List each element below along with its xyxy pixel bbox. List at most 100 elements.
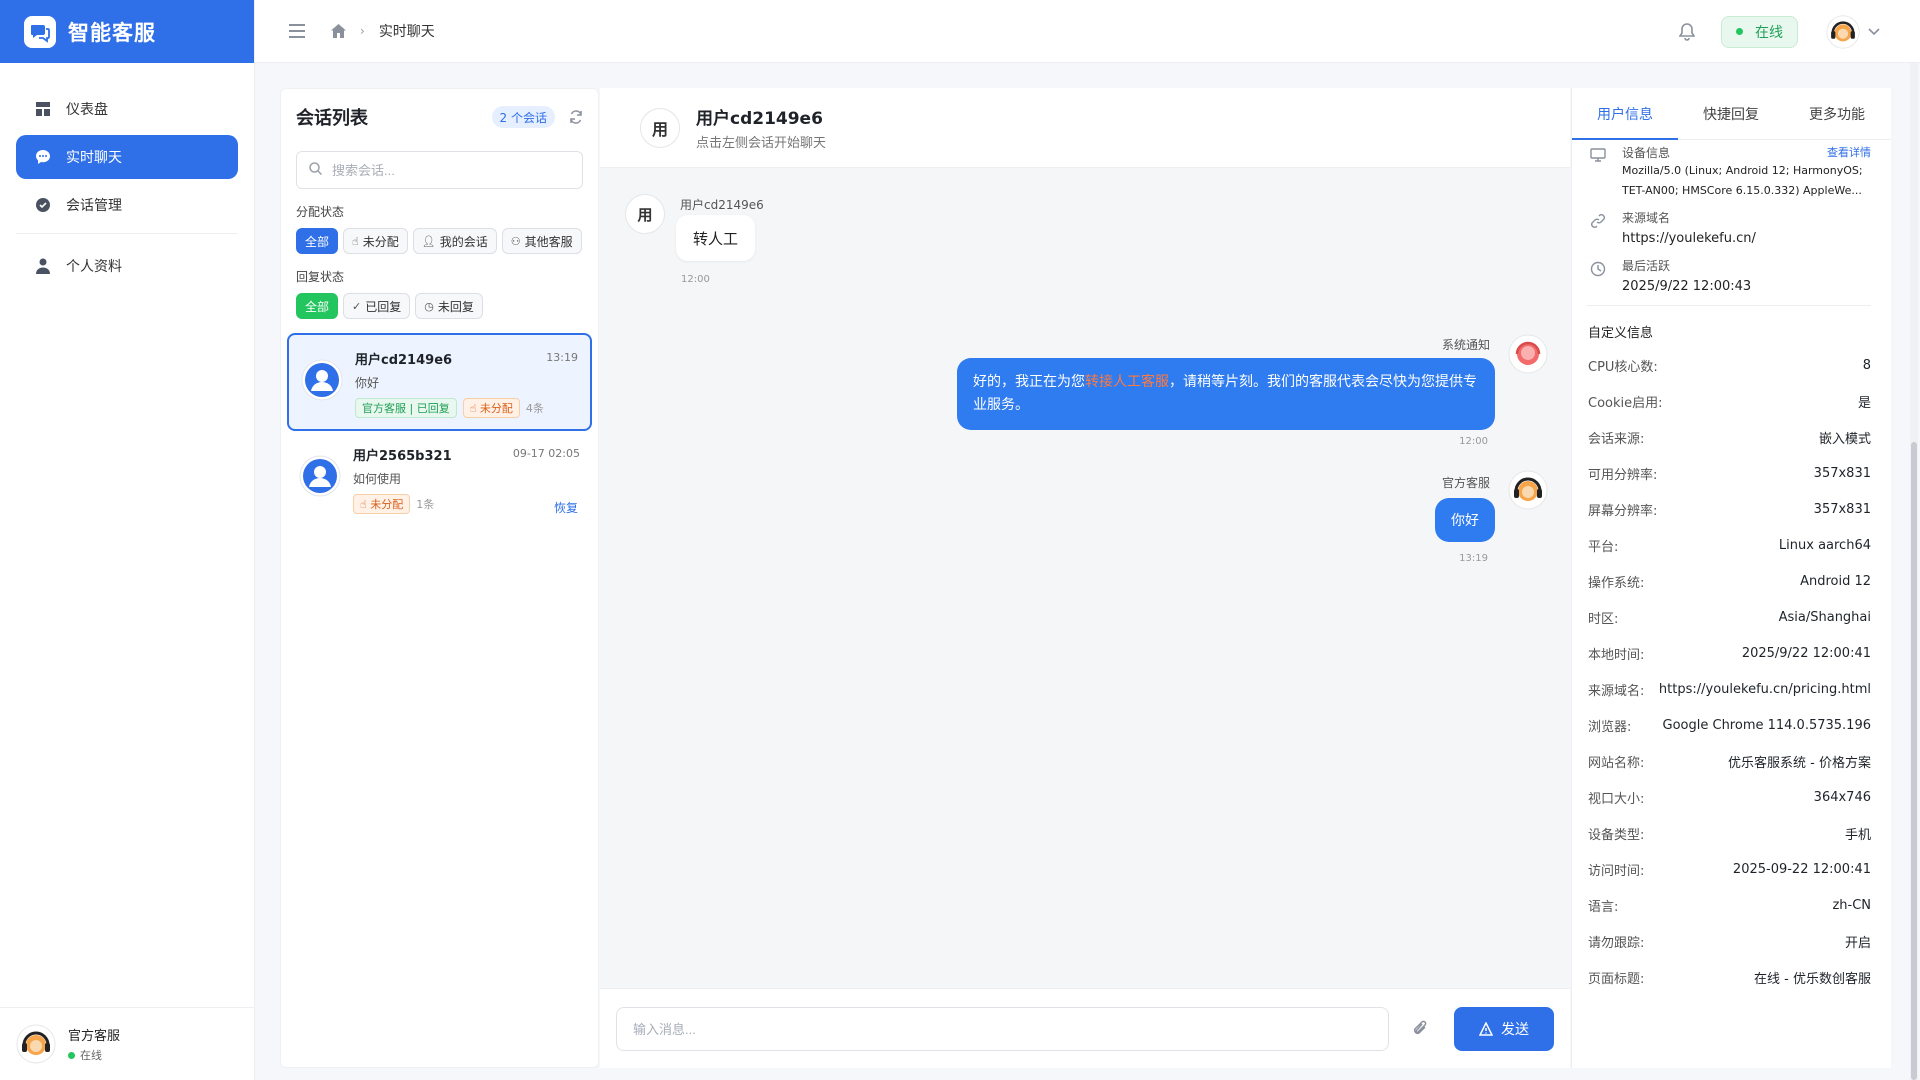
sidebar-item-label: 个人资料 (66, 259, 122, 275)
filter-other-agents[interactable]: ⚇ 其他客服 (501, 228, 582, 254)
user-info-panel: 用户信息 快捷回复 更多功能 设备信息 Mozilla/5.0 (Linux; … (1571, 88, 1891, 1068)
search-input[interactable] (332, 162, 562, 178)
paperclip-icon[interactable] (1412, 1019, 1428, 1037)
clock-icon: ◷ (424, 299, 434, 313)
reply-filters: 全部 ✓ 已回复 ◷ 未回复 (296, 293, 586, 319)
info-field-key: 视口大小: (1588, 791, 1645, 807)
message-input[interactable] (633, 1021, 1353, 1037)
info-field-row: 浏览器: Google Chrome 114.0.5735.196 (1572, 707, 1891, 743)
dashboard-icon (34, 100, 52, 118)
breadcrumb: › 实时聊天 (331, 21, 435, 41)
conversation-time: 09-17 02:05 (512, 447, 580, 460)
conversation-count-badge: 2 个会话 (491, 106, 555, 128)
user-message-bubble: 转人工 (676, 215, 756, 261)
online-status-toggle[interactable]: 在线 (1721, 15, 1798, 48)
sidebar-item-session-management[interactable]: 会话管理 (16, 183, 238, 227)
nav-divider (16, 233, 238, 234)
info-field-row: 屏幕分辨率: 357x831 (1572, 491, 1891, 527)
search-icon (309, 161, 323, 179)
current-user[interactable]: 官方客服 在线 (0, 1007, 254, 1080)
message-count: 4条 (525, 402, 544, 415)
info-field-row: 网站名称: 优乐客服系统 - 价格方案 (1572, 743, 1891, 779)
agent-avatar-icon (16, 1024, 56, 1064)
menu-toggle-icon[interactable] (289, 24, 305, 38)
chat-bubble-icon (34, 148, 52, 166)
info-field-key: 访问时间: (1588, 863, 1645, 879)
filter-assign-all[interactable]: 全部 (296, 228, 339, 254)
agent-avatar-icon (1508, 470, 1548, 510)
last-active-row: 最后活跃 2025/9/22 12:00:43 (1590, 257, 1871, 297)
restore-link[interactable]: 恢复 (554, 499, 578, 516)
sidebar-item-profile[interactable]: 个人资料 (16, 244, 238, 288)
conversation-list-title: 会话列表 (296, 108, 368, 129)
message-sender: 用户cd2149e6 (680, 198, 764, 212)
view-details-link[interactable]: 查看详情 (1827, 144, 1871, 160)
tab-more-features[interactable]: 更多功能 (1784, 88, 1890, 139)
source-domain-label: 来源域名 (1622, 211, 1671, 225)
sidebar-item-label: 实时聊天 (66, 150, 122, 166)
tab-quick-reply[interactable]: 快捷回复 (1678, 88, 1784, 139)
info-field-row: 本地时间: 2025/9/22 12:00:41 (1572, 635, 1891, 671)
breadcrumb-current: 实时聊天 (378, 24, 435, 40)
info-divider (1586, 305, 1871, 306)
message-input-box (616, 1007, 1389, 1051)
info-field-row: 会话来源: 嵌入模式 (1572, 419, 1891, 455)
device-info-row: 设备信息 Mozilla/5.0 (Linux; Android 12; Har… (1590, 144, 1871, 201)
clock-icon (1590, 257, 1608, 297)
info-field-key: 页面标题: (1588, 971, 1645, 987)
last-active-value: 2025/9/22 12:00:43 (1622, 279, 1752, 294)
filter-replied[interactable]: ✓ 已回复 (343, 293, 411, 319)
info-field-row: 时区: Asia/Shanghai (1572, 599, 1891, 635)
message-count: 1条 (416, 498, 435, 511)
link-icon (1590, 209, 1608, 249)
info-field-row: 平台: Linux aarch64 (1572, 527, 1891, 563)
info-field-row: Cookie启用: 是 (1572, 383, 1891, 419)
info-field-key: 会话来源: (1588, 431, 1645, 447)
info-field-value: 8 (1862, 357, 1871, 373)
home-icon[interactable] (331, 24, 346, 38)
highlighted-text: 转接人工客服 (1085, 374, 1169, 390)
sidebar-item-live-chat[interactable]: 实时聊天 (16, 135, 238, 179)
conversation-item[interactable]: 用户2565b321 09-17 02:05 如何使用 ☝ 未分配 1条 恢复 (287, 431, 592, 529)
filter-reply-all[interactable]: 全部 (296, 293, 339, 319)
agent-message-bubble: 你好 (1435, 498, 1495, 542)
info-field-key: 网站名称: (1588, 755, 1645, 771)
filter-my-sessions[interactable]: 👤︎ 我的会话 (412, 228, 497, 254)
top-header: › 实时聊天 在线 (255, 0, 1920, 63)
sidebar-item-dashboard[interactable]: 仪表盘 (16, 87, 238, 131)
info-field-value: 是 (1857, 395, 1871, 411)
filter-unreplied[interactable]: ◷ 未回复 (415, 293, 483, 319)
info-field-value: 嵌入模式 (1818, 431, 1871, 447)
info-field-row: 来源域名: https://youlekefu.cn/pricing.html (1572, 671, 1891, 707)
info-field-value: 在线 - 优乐数创客服 (1754, 971, 1871, 987)
info-field-row: 访问时间: 2025-09-22 12:00:41 (1572, 851, 1891, 887)
sidebar-nav: 仪表盘 实时聊天 会话管理 个人资料 (0, 63, 254, 288)
page-scrollbar-thumb[interactable] (1911, 442, 1917, 1080)
info-field-row: 可用分辨率: 357x831 (1572, 455, 1891, 491)
info-field-value: 2025-09-22 12:00:41 (1732, 861, 1871, 877)
online-dot (1736, 28, 1743, 35)
conversation-tags: ☝ 未分配 1条 (353, 494, 580, 514)
conversation-search (296, 151, 583, 189)
conversation-list-header: 会话列表 2 个会话 (281, 89, 598, 145)
refresh-icon[interactable] (569, 110, 583, 124)
hand-icon: ☝ (469, 401, 477, 415)
filter-unassigned[interactable]: ☝ 未分配 (343, 228, 408, 254)
info-field-key: Cookie启用: (1588, 395, 1663, 411)
info-field-value: Android 12 (1800, 573, 1871, 589)
info-field-key: 可用分辨率: (1588, 467, 1658, 483)
chevron-down-icon[interactable] (1868, 27, 1880, 36)
info-field-key: 平台: (1588, 539, 1619, 555)
send-button[interactable]: 发送 (1454, 1007, 1554, 1051)
conversation-item[interactable]: 用户cd2149e6 13:19 你好 官方客服 | 已回复 ☝ 未分配 4条 (287, 333, 592, 431)
bell-icon[interactable] (1679, 22, 1695, 41)
agent-avatar-icon[interactable] (1826, 14, 1860, 49)
brand[interactable]: 智能客服 (0, 0, 254, 63)
tab-user-info[interactable]: 用户信息 (1572, 88, 1678, 140)
info-field-row: CPU核心数: 8 (1572, 347, 1891, 383)
info-field-row: 语言: zh-CN (1572, 887, 1891, 923)
sidebar-item-label: 仪表盘 (66, 102, 108, 118)
info-field-row: 页面标题: 在线 - 优乐数创客服 (1572, 959, 1891, 995)
assign-filter-label: 分配状态 (296, 205, 345, 219)
info-field-value: 2025/9/22 12:00:41 (1741, 645, 1871, 661)
